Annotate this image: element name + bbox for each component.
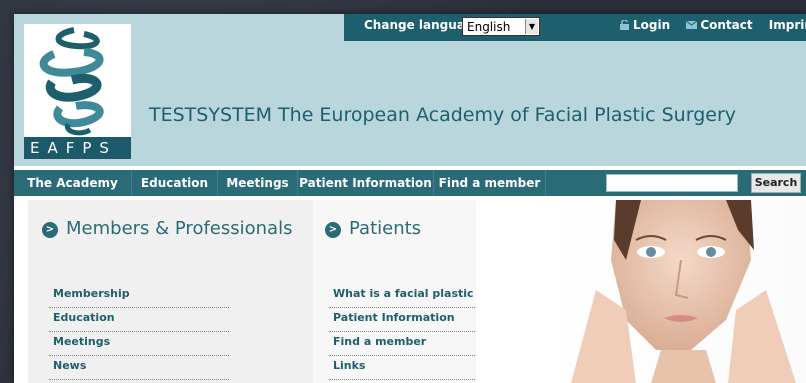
login-link[interactable]: Login xyxy=(619,18,676,32)
patients-title: > Patients xyxy=(325,218,421,239)
patients-panel: > Patients What is a facial plastic surge… xyxy=(313,200,534,383)
search-input[interactable] xyxy=(606,174,738,192)
chevron-down-icon: ▼ xyxy=(525,19,538,34)
search-button[interactable]: Search xyxy=(751,173,801,193)
language-select[interactable]: English ▼ xyxy=(462,17,540,36)
patients-title-text: Patients xyxy=(349,218,422,239)
imprint-link[interactable]: Imprint xyxy=(769,18,806,32)
nav-item-patient-information[interactable]: Patient Information xyxy=(298,170,434,196)
main-nav: The Academy Education Meetings Patient I… xyxy=(14,170,806,196)
members-links: Membership Education Meetings News xyxy=(49,284,229,380)
link-membership[interactable]: Membership xyxy=(49,284,229,308)
hero-face-image xyxy=(476,200,806,383)
members-panel: > Members & Professionals Membership Educ… xyxy=(28,200,313,383)
site-title[interactable]: TESTSYSTEM The European Academy of Facia… xyxy=(149,104,736,126)
mail-icon xyxy=(686,20,698,29)
contact-link[interactable]: Contact xyxy=(686,18,758,32)
link-news[interactable]: News xyxy=(49,356,229,380)
header: EAFPS TESTSYSTEM The European Academy of… xyxy=(14,14,806,166)
nav-item-education[interactable]: Education xyxy=(132,170,218,196)
nav-item-academy[interactable]: The Academy xyxy=(14,170,132,196)
page: EAFPS TESTSYSTEM The European Academy of… xyxy=(14,14,806,383)
ribbon-logo-graphic xyxy=(39,27,104,136)
logo-text: EAFPS xyxy=(24,137,131,159)
arrow-right-icon: > xyxy=(325,222,341,238)
link-education[interactable]: Education xyxy=(49,308,229,332)
face-illustration xyxy=(571,200,796,383)
contact-label: Contact xyxy=(700,18,753,32)
top-links: Login Contact Imprint xyxy=(619,18,806,32)
lock-icon xyxy=(620,20,629,30)
arrow-right-icon: > xyxy=(42,222,58,238)
nav-item-meetings[interactable]: Meetings xyxy=(218,170,298,196)
members-title: > Members & Professionals xyxy=(42,218,292,239)
link-meetings[interactable]: Meetings xyxy=(49,332,229,356)
members-title-text: Members & Professionals xyxy=(66,218,293,239)
login-label: Login xyxy=(633,18,671,32)
nav-item-find-member[interactable]: Find a member xyxy=(434,170,546,196)
eafps-logo[interactable]: EAFPS xyxy=(24,24,131,159)
top-bar: Change language English ▼ Login Contact … xyxy=(344,14,806,41)
language-select-value: English xyxy=(467,20,511,34)
